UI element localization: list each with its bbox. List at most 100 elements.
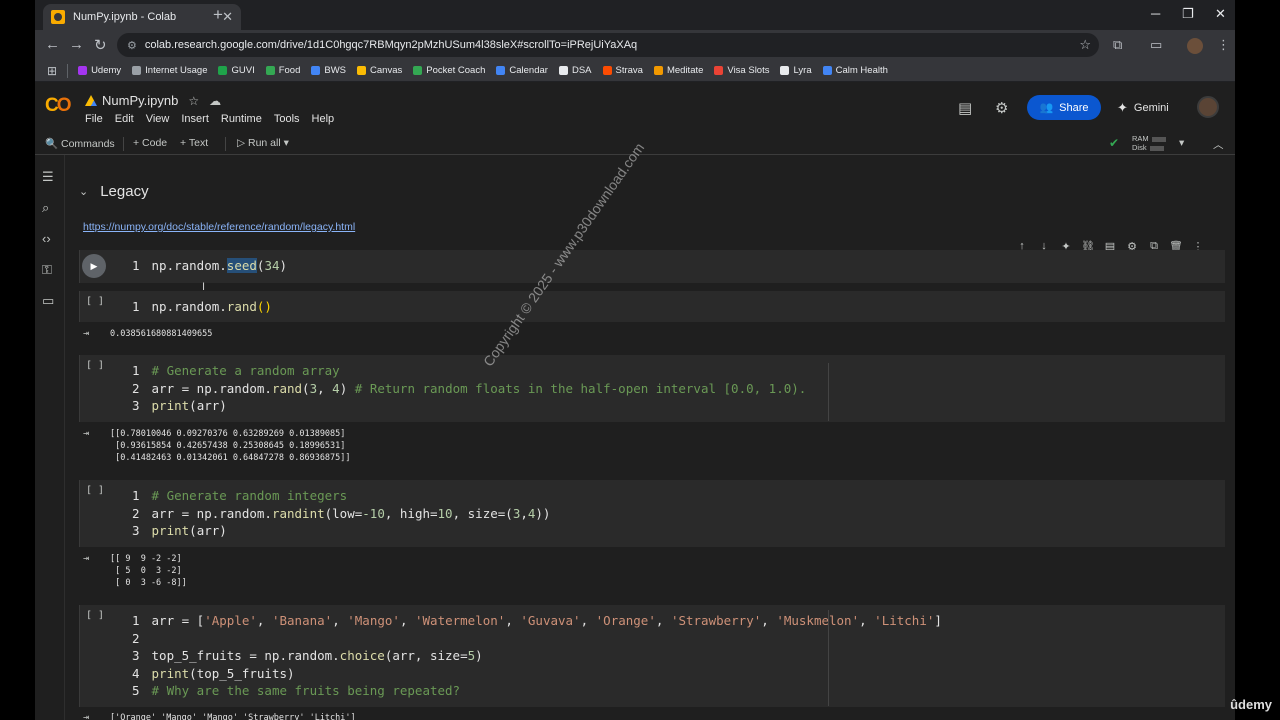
cell-code[interactable]: 1 np.random.seed(34) bbox=[132, 257, 287, 275]
execution-count[interactable]: [ ] bbox=[86, 360, 104, 371]
colab-header: CO NumPy.ipynb ☆ ☁ File Edit View Insert… bbox=[35, 83, 1235, 133]
extensions-icon[interactable]: ⧉ bbox=[1113, 37, 1122, 53]
bookmark-item[interactable]: Internet Usage bbox=[132, 65, 207, 76]
menu-insert[interactable]: Insert bbox=[181, 113, 209, 125]
comments-icon[interactable]: ▤ bbox=[958, 99, 972, 117]
star-icon[interactable]: ☆ bbox=[188, 94, 199, 108]
run-cell-button[interactable]: ▶ bbox=[82, 254, 106, 278]
files-folder-icon[interactable]: ▭ bbox=[42, 293, 54, 309]
reload-icon[interactable]: ↻ bbox=[94, 36, 107, 54]
forward-icon[interactable]: → bbox=[69, 36, 84, 53]
menu-runtime[interactable]: Runtime bbox=[221, 113, 262, 125]
profile-avatar[interactable] bbox=[1187, 38, 1203, 54]
execution-count[interactable]: [ ] bbox=[86, 296, 104, 307]
output-toggle-icon[interactable]: ⇥ bbox=[83, 328, 89, 340]
output-toggle-icon[interactable]: ⇥ bbox=[83, 553, 89, 565]
bookmark-item[interactable]: Visa Slots bbox=[714, 65, 769, 76]
connected-check-icon: ✔ bbox=[1109, 136, 1120, 150]
section-heading[interactable]: ⌄ Legacy bbox=[79, 183, 149, 200]
cell-code[interactable]: 1 # Generate random integers 2 arr = np.… bbox=[132, 487, 550, 540]
run-all-button[interactable]: ▷ Run all ▾ bbox=[237, 137, 289, 149]
url-text: colab.research.google.com/drive/1d1C0hgq… bbox=[144, 39, 638, 51]
bookmark-item[interactable]: Calendar bbox=[496, 65, 548, 76]
code-cell-choice[interactable]: [ ] 1 arr = ['Apple', 'Banana', 'Mango',… bbox=[79, 605, 1225, 707]
table-of-contents-icon[interactable]: ☰ bbox=[42, 169, 54, 185]
code-cell-seed[interactable]: ▶ 1 np.random.seed(34) bbox=[79, 250, 1225, 283]
cell-output: ⇥ [[ 9 9 -2 -2] [ 5 0 3 -2] [ 0 3 -6 -8]… bbox=[79, 553, 379, 589]
menu-help[interactable]: Help bbox=[312, 113, 335, 125]
cell-code[interactable]: 1 np.random.rand() bbox=[132, 298, 272, 316]
bookmark-item[interactable]: Lyra bbox=[780, 65, 812, 76]
bookmark-favicon-icon bbox=[558, 66, 568, 75]
people-icon: 👥 bbox=[1039, 102, 1054, 114]
secrets-key-icon[interactable]: ⚿ bbox=[42, 262, 52, 278]
close-window-icon[interactable]: ✕ bbox=[1215, 6, 1226, 22]
code-cell-rand[interactable]: [ ] 1 np.random.rand() bbox=[79, 291, 1225, 322]
udemy-logo: ûdemy bbox=[1230, 697, 1272, 712]
bookmark-item[interactable]: DSA bbox=[558, 65, 592, 76]
menu-view[interactable]: View bbox=[146, 113, 170, 125]
browser-menu-icon[interactable]: ⋮ bbox=[1217, 37, 1230, 53]
notebook-title[interactable]: NumPy.ipynb bbox=[102, 93, 178, 108]
code-cell-randint[interactable]: [ ] 1 # Generate random integers 2 arr =… bbox=[79, 480, 1225, 547]
bookmark-item[interactable]: Food bbox=[265, 65, 300, 76]
output-toggle-icon[interactable]: ⇥ bbox=[83, 712, 89, 720]
add-text-button[interactable]: + Text bbox=[180, 137, 208, 149]
colab-logo[interactable]: CO bbox=[45, 95, 71, 117]
maximize-icon[interactable]: ❐ bbox=[1182, 6, 1194, 22]
cloud-saved-icon[interactable]: ☁ bbox=[209, 94, 221, 108]
bookmark-item[interactable]: Calm Health bbox=[822, 65, 888, 76]
add-code-button[interactable]: + Code bbox=[133, 137, 167, 149]
bookmark-item[interactable]: GUVI bbox=[218, 65, 255, 76]
section-title: Legacy bbox=[100, 183, 149, 200]
bookmark-item[interactable]: Strava bbox=[602, 65, 643, 76]
ram-bar bbox=[1151, 136, 1166, 142]
runtime-dropdown-icon[interactable]: ▾ bbox=[1179, 137, 1184, 149]
code-cell-random-array[interactable]: [ ] 1 # Generate a random array 2 arr = … bbox=[79, 355, 1225, 422]
bookmark-item[interactable]: BWS bbox=[311, 65, 346, 76]
settings-gear-icon[interactable]: ⚙ bbox=[995, 99, 1008, 117]
bookmark-item[interactable]: Udemy bbox=[78, 65, 121, 76]
bookmark-item[interactable]: Canvas bbox=[357, 65, 402, 76]
execution-count[interactable]: [ ] bbox=[86, 610, 104, 621]
drive-icon bbox=[85, 95, 97, 106]
commands-button[interactable]: 🔍 Commands bbox=[45, 137, 115, 150]
chevron-down-icon[interactable]: ⌄ bbox=[79, 185, 88, 198]
divider bbox=[225, 137, 226, 151]
browser-tab[interactable]: NumPy.ipynb - Colab ✕ bbox=[43, 4, 241, 30]
menu-edit[interactable]: Edit bbox=[115, 113, 134, 125]
menu-tools[interactable]: Tools bbox=[274, 113, 300, 125]
bookmark-favicon-icon bbox=[311, 66, 321, 75]
address-bar[interactable]: ⚙ colab.research.google.com/drive/1d1C0h… bbox=[117, 33, 1099, 57]
bookmark-favicon-icon bbox=[218, 66, 228, 75]
find-replace-icon[interactable]: ⌕ bbox=[42, 200, 49, 216]
site-info-icon[interactable]: ⚙ bbox=[127, 39, 137, 52]
new-tab-icon[interactable]: + bbox=[213, 5, 223, 25]
cell-output: ⇥ [[0.78010046 0.09270376 0.63289269 0.0… bbox=[79, 428, 579, 464]
cell-code[interactable]: 1 arr = ['Apple', 'Banana', 'Mango', 'Wa… bbox=[132, 612, 942, 700]
cast-icon[interactable]: ▭ bbox=[1150, 37, 1162, 53]
execution-count[interactable]: [ ] bbox=[86, 485, 104, 496]
gemini-button[interactable]: ✦ Gemini bbox=[1117, 100, 1169, 116]
share-button[interactable]: 👥 Share bbox=[1027, 95, 1101, 120]
ram-disk-indicator[interactable]: RAM Disk bbox=[1132, 134, 1166, 152]
account-avatar[interactable] bbox=[1197, 96, 1219, 118]
legacy-docs-link[interactable]: https://numpy.org/doc/stable/reference/r… bbox=[83, 221, 355, 233]
output-toggle-icon[interactable]: ⇥ bbox=[83, 428, 89, 440]
bookmark-item[interactable]: Meditate bbox=[653, 65, 703, 76]
bookmark-item[interactable]: Pocket Coach bbox=[413, 65, 485, 76]
close-tab-icon[interactable]: ✕ bbox=[222, 9, 233, 25]
bookmark-favicon-icon bbox=[132, 66, 142, 75]
bookmark-favicon-icon bbox=[357, 66, 367, 75]
cell-code[interactable]: 1 # Generate a random array 2 arr = np.r… bbox=[132, 362, 806, 415]
collapse-header-icon[interactable]: ︿ bbox=[1213, 137, 1224, 152]
apps-grid-icon[interactable]: ⊞ bbox=[47, 64, 57, 78]
tab-title: NumPy.ipynb - Colab bbox=[73, 11, 177, 23]
bookmark-label: Internet Usage bbox=[145, 65, 208, 76]
bookmark-label: DSA bbox=[571, 65, 592, 76]
bookmark-star-icon[interactable]: ☆ bbox=[1079, 37, 1091, 53]
code-snippets-icon[interactable]: ‹› bbox=[42, 231, 51, 246]
back-icon[interactable]: ← bbox=[45, 36, 60, 53]
minimize-icon[interactable]: ─ bbox=[1151, 6, 1160, 21]
menu-file[interactable]: File bbox=[85, 113, 103, 125]
